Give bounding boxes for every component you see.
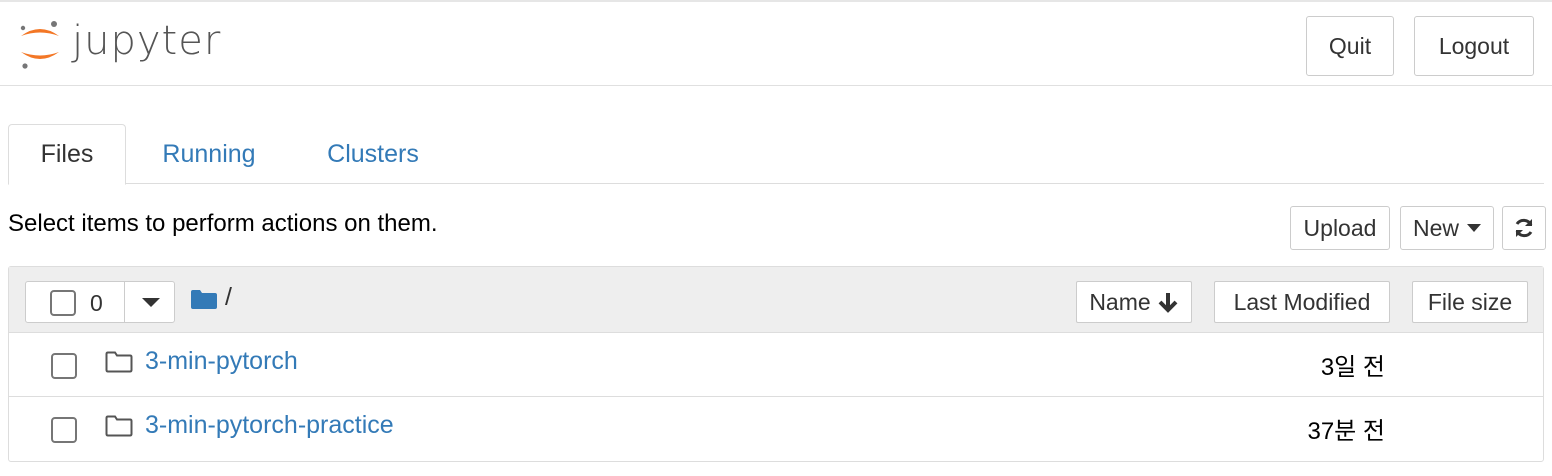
tab-running[interactable]: Running	[148, 124, 270, 184]
top-header: jupyter Quit Logout	[0, 0, 1552, 86]
new-button-label: New	[1412, 214, 1459, 241]
logout-button[interactable]: Logout	[1414, 16, 1534, 76]
tab-bar: Files Running Clusters	[8, 124, 1544, 185]
select-divider	[124, 282, 125, 322]
upload-button[interactable]: Upload	[1290, 206, 1390, 250]
selected-count: 0	[90, 290, 103, 316]
item-name-link[interactable]: 3-min-pytorch	[145, 347, 298, 376]
breadcrumb-root[interactable]: /	[225, 283, 232, 312]
refresh-button[interactable]	[1502, 206, 1546, 250]
quit-button[interactable]: Quit	[1306, 16, 1394, 76]
select-all-group[interactable]: 0	[25, 281, 175, 323]
sort-name-label: Name	[1089, 288, 1151, 315]
item-modified: 37분 전	[1307, 418, 1385, 445]
tab-files[interactable]: Files	[8, 124, 126, 185]
item-checkbox[interactable]	[51, 353, 77, 379]
refresh-icon	[1515, 218, 1533, 238]
caret-down-icon	[1467, 224, 1481, 232]
item-name-link[interactable]: 3-min-pytorch-practice	[145, 411, 394, 440]
list-item[interactable]: 3-min-pytorch 3일 전	[9, 333, 1543, 397]
sort-by-modified-button[interactable]: Last Modified	[1214, 281, 1390, 323]
item-modified: 3일 전	[1320, 354, 1385, 381]
item-checkbox[interactable]	[51, 417, 77, 443]
list-item[interactable]: 3-min-pytorch-practice 37분 전	[9, 397, 1543, 461]
file-list-header: 0 / Name Last Modified File size	[9, 267, 1543, 333]
folder-icon[interactable]	[191, 289, 217, 309]
jupyter-logo-icon[interactable]	[16, 16, 64, 72]
tab-clusters[interactable]: Clusters	[308, 124, 438, 184]
sort-by-size-button[interactable]: File size	[1412, 281, 1528, 323]
logo-wordmark[interactable]: jupyter	[72, 18, 221, 64]
new-dropdown-button[interactable]: New	[1400, 206, 1494, 250]
arrow-down-icon	[1158, 293, 1178, 313]
sort-by-name-button[interactable]: Name	[1076, 281, 1192, 323]
file-list-panel: 0 / Name Last Modified File size 3-min-p…	[8, 266, 1544, 462]
instructions-text: Select items to perform actions on them.	[8, 210, 438, 237]
folder-icon	[105, 351, 133, 373]
caret-down-icon[interactable]	[140, 294, 162, 310]
folder-icon	[105, 415, 133, 437]
select-all-checkbox[interactable]	[50, 290, 76, 316]
